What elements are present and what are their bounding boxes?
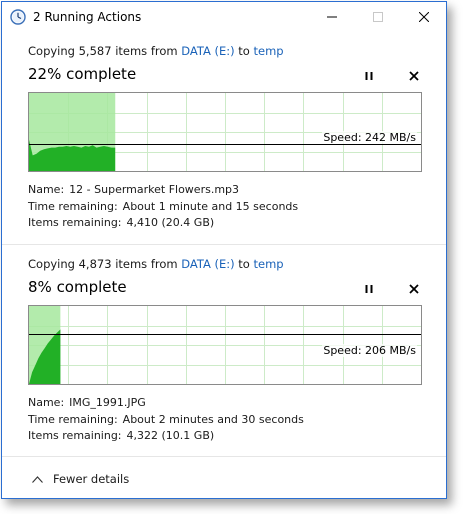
- copy-operation-2: Copying 4,873 items from DATA (E:) to te…: [2, 244, 446, 456]
- maximize-icon: [373, 12, 383, 22]
- destination-link[interactable]: temp: [254, 257, 284, 271]
- copying-text: Copying 5,587 items from: [28, 44, 182, 58]
- fewer-details-button[interactable]: Fewer details: [32, 472, 129, 486]
- copying-text: Copying 4,873 items from: [28, 257, 182, 271]
- source-link[interactable]: DATA (E:): [181, 257, 234, 271]
- speed-graph: Speed: 242 MB/s: [28, 92, 422, 172]
- running-actions-window: 2 Running Actions Copying 5,587 items fr…: [1, 1, 447, 499]
- name-label: Name:: [28, 396, 65, 409]
- percent-complete: 22% complete: [28, 65, 137, 83]
- time-remaining-label: Time remaining:: [28, 199, 118, 213]
- name-row: Name: 12 - Supermarket Flowers.mp3: [28, 182, 298, 199]
- pause-icon: [365, 285, 373, 293]
- pause-button[interactable]: [359, 66, 379, 86]
- items-remaining-row: Items remaining: 4,410 (20.4 GB): [28, 215, 298, 232]
- clock-icon: [10, 9, 26, 25]
- time-remaining-value: About 1 minute and 15 seconds: [122, 199, 299, 213]
- time-remaining-row: Time remaining: About 2 minutes and 30 se…: [28, 412, 304, 429]
- items-remaining-label: Items remaining:: [28, 429, 122, 442]
- window-title: 2 Running Actions: [33, 10, 142, 24]
- cancel-button[interactable]: [404, 66, 424, 86]
- fewer-details-label: Fewer details: [53, 472, 130, 486]
- name-value: 12 - Supermarket Flowers.mp3: [69, 183, 240, 196]
- minimize-icon: [327, 16, 337, 18]
- items-remaining-value: 4,410 (20.4 GB): [126, 216, 215, 229]
- pause-icon: [365, 72, 373, 80]
- speed-graph: Speed: 206 MB/s: [28, 305, 422, 385]
- close-icon: [419, 12, 429, 22]
- footer: Fewer details: [2, 456, 446, 498]
- close-icon: [409, 284, 419, 294]
- close-icon: [409, 71, 419, 81]
- source-link[interactable]: DATA (E:): [181, 44, 234, 58]
- copy-operation-1: Copying 5,587 items from DATA (E:) to te…: [2, 32, 446, 244]
- transfer-details: Name: IMG_1991.JPG Time remaining: About 2…: [28, 395, 304, 445]
- speed-label: Speed: 206 MB/s: [322, 344, 417, 357]
- maximize-button[interactable]: [355, 2, 401, 32]
- close-window-button[interactable]: [401, 2, 447, 32]
- time-remaining-row: Time remaining: About 1 minute and 15 sec…: [28, 199, 298, 216]
- items-remaining-label: Items remaining:: [28, 216, 122, 229]
- time-remaining-label: Time remaining:: [28, 412, 118, 426]
- destination-link[interactable]: temp: [254, 44, 284, 58]
- chevron-up-icon: [32, 475, 43, 483]
- pause-button[interactable]: [359, 279, 379, 299]
- title-bar[interactable]: 2 Running Actions: [2, 2, 446, 32]
- copying-to-text: to: [234, 44, 254, 58]
- percent-complete: 8% complete: [28, 278, 127, 296]
- copying-summary: Copying 4,873 items from DATA (E:) to te…: [28, 257, 284, 271]
- copying-summary: Copying 5,587 items from DATA (E:) to te…: [28, 44, 284, 58]
- transfer-details: Name: 12 - Supermarket Flowers.mp3 Time r…: [28, 182, 298, 232]
- name-label: Name:: [28, 183, 65, 196]
- time-remaining-value: About 2 minutes and 30 seconds: [122, 412, 304, 426]
- cancel-button[interactable]: [404, 279, 424, 299]
- speed-label: Speed: 242 MB/s: [322, 131, 417, 144]
- items-remaining-row: Items remaining: 4,322 (10.1 GB): [28, 428, 304, 445]
- name-row: Name: IMG_1991.JPG: [28, 395, 304, 412]
- items-remaining-value: 4,322 (10.1 GB): [126, 429, 215, 442]
- name-value: IMG_1991.JPG: [69, 396, 146, 409]
- minimize-button[interactable]: [309, 2, 355, 32]
- copying-to-text: to: [234, 257, 254, 271]
